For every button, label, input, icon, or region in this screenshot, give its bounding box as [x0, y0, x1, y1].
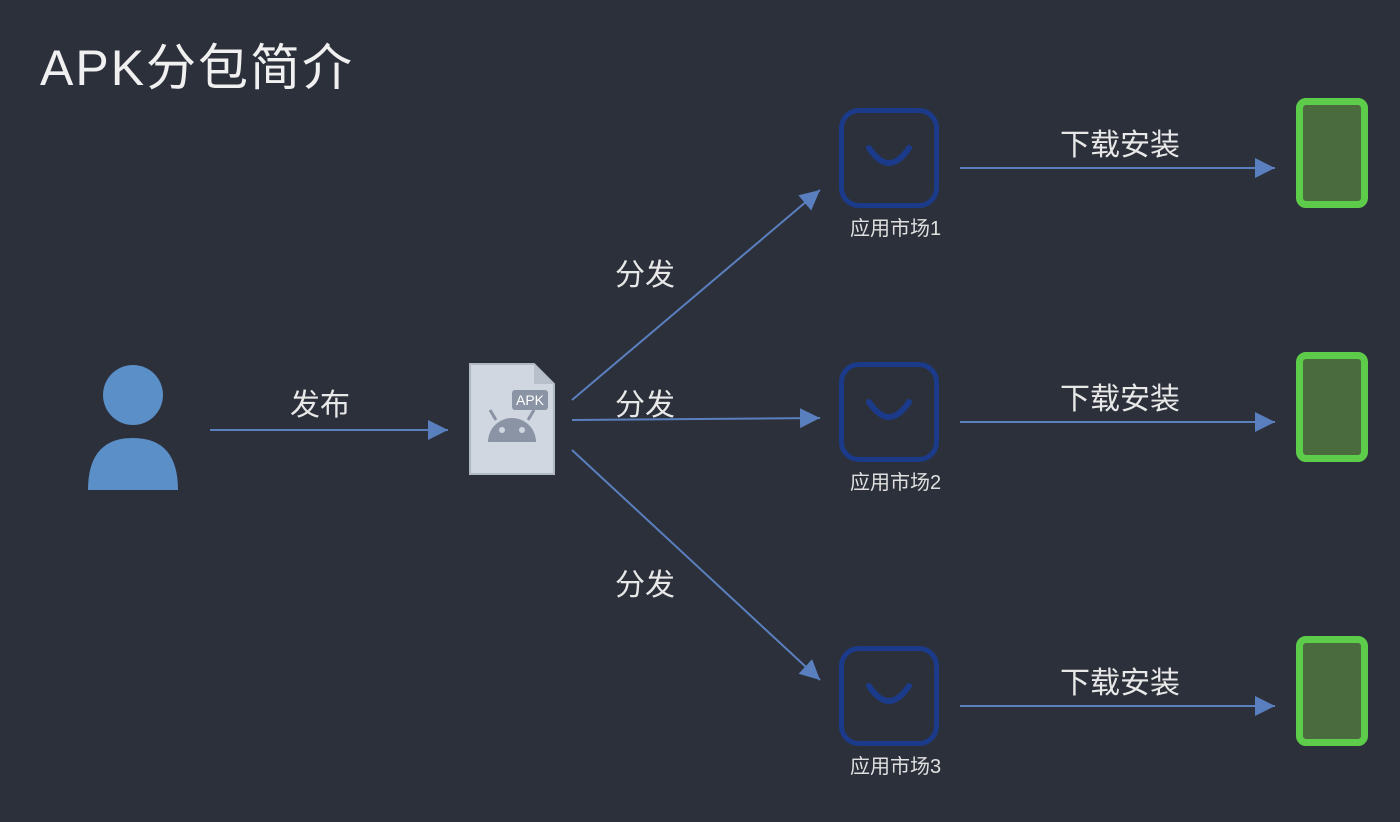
phone-2-icon	[1296, 352, 1368, 462]
arrow-label-download-2: 下载安装	[1060, 374, 1180, 418]
app-store-1-label: 应用市场1	[850, 212, 941, 241]
app-store-1-icon	[839, 108, 939, 208]
arrow-label-download-3: 下载安装	[1060, 658, 1180, 702]
arrow-label-distribute-3: 分发	[615, 560, 675, 604]
arrow-label-download-1: 下载安装	[1060, 120, 1180, 164]
arrow-label-distribute-1: 分发	[615, 250, 675, 294]
phone-3-icon	[1296, 636, 1368, 746]
app-store-2-icon	[839, 362, 939, 462]
app-store-3-label: 应用市场3	[850, 750, 941, 779]
flow-arrows	[0, 0, 1400, 822]
apk-badge-text: APK	[516, 392, 545, 408]
user-icon	[78, 360, 188, 495]
arrow-label-distribute-2: 分发	[615, 380, 675, 424]
slide-title: APK分包简介	[40, 28, 354, 100]
app-store-3-icon	[839, 646, 939, 746]
app-store-2-label: 应用市场2	[850, 466, 941, 495]
phone-1-icon	[1296, 98, 1368, 208]
arrow-label-publish: 发布	[290, 380, 350, 424]
apk-file-icon: APK	[466, 360, 558, 483]
